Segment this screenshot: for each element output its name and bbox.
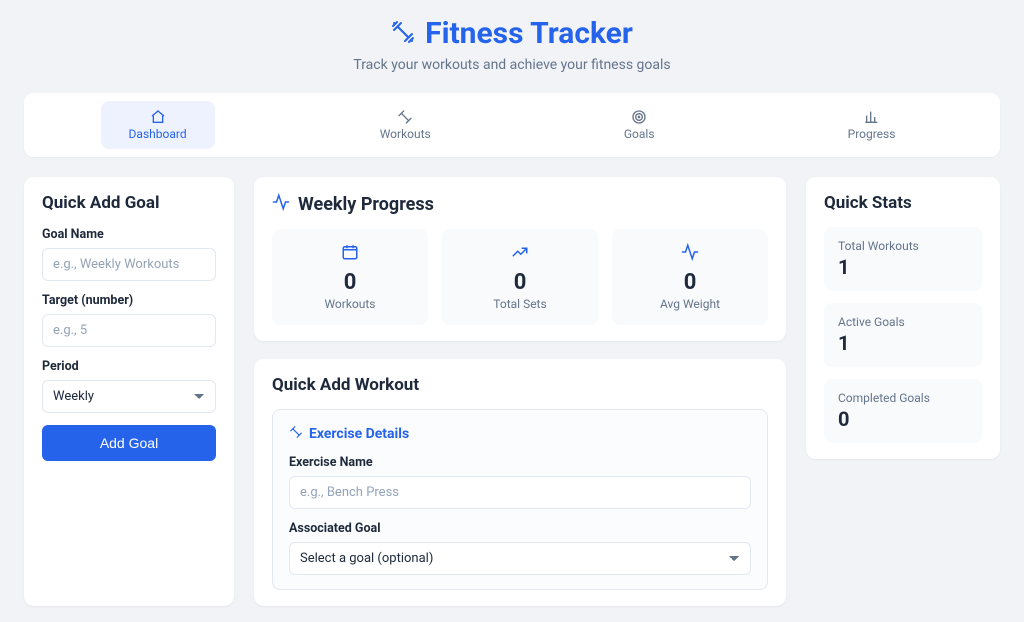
tab-label: Progress <box>848 127 896 141</box>
total-sets-value: 0 <box>456 271 584 295</box>
activity-icon <box>272 193 290 215</box>
home-icon <box>150 109 166 125</box>
quick-stats-title: Quick Stats <box>824 193 982 213</box>
workouts-label: Workouts <box>286 297 414 311</box>
total-sets-label: Total Sets <box>456 297 584 311</box>
active-goals-stat: Active Goals 1 <box>824 303 982 367</box>
tab-goals[interactable]: Goals <box>596 101 683 149</box>
exercise-details-legend: Exercise Details <box>309 426 409 442</box>
quick-add-workout-title: Quick Add Workout <box>272 375 768 395</box>
quick-stats-card: Quick Stats Total Workouts 1 Active Goal… <box>806 177 1000 459</box>
associated-goal-select[interactable]: Select a goal (optional) <box>289 542 751 575</box>
tab-label: Dashboard <box>129 127 187 141</box>
exercise-name-label: Exercise Name <box>289 455 751 470</box>
page-subtitle: Track your workouts and achieve your fit… <box>24 57 1000 73</box>
associated-goal-label: Associated Goal <box>289 521 751 536</box>
avg-weight-tile: 0 Avg Weight <box>612 229 768 325</box>
page-header: Fitness Tracker Track your workouts and … <box>24 16 1000 73</box>
active-goals-label: Active Goals <box>838 315 968 329</box>
period-select[interactable]: Weekly <box>42 380 216 413</box>
exercise-details-fieldset: Exercise Details Exercise Name Associate… <box>272 409 768 590</box>
completed-goals-label: Completed Goals <box>838 391 968 405</box>
total-workouts-stat: Total Workouts 1 <box>824 227 982 291</box>
tab-progress[interactable]: Progress <box>820 101 924 149</box>
avg-weight-value: 0 <box>626 271 754 295</box>
quick-add-goal-title: Quick Add Goal <box>42 193 216 213</box>
trending-up-icon <box>456 243 584 265</box>
workouts-tile: 0 Workouts <box>272 229 428 325</box>
completed-goals-stat: Completed Goals 0 <box>824 379 982 443</box>
total-sets-tile: 0 Total Sets <box>442 229 598 325</box>
tab-label: Goals <box>624 127 655 141</box>
total-workouts-label: Total Workouts <box>838 239 968 253</box>
dumbbell-icon <box>289 424 303 443</box>
tab-dashboard[interactable]: Dashboard <box>101 101 215 149</box>
workouts-value: 0 <box>286 271 414 295</box>
exercise-name-input[interactable] <box>289 476 751 509</box>
avg-weight-label: Avg Weight <box>626 297 754 311</box>
active-goals-value: 1 <box>838 331 968 355</box>
quick-add-workout-card: Quick Add Workout Exercise Details Exerc… <box>254 359 786 606</box>
weekly-progress-card: Weekly Progress 0 Workouts 0 Total Sets <box>254 177 786 341</box>
completed-goals-value: 0 <box>838 407 968 431</box>
weekly-progress-title: Weekly Progress <box>298 194 434 215</box>
tab-bar: Dashboard Workouts Goals Progress <box>24 93 1000 157</box>
goal-name-label: Goal Name <box>42 227 216 242</box>
add-goal-button[interactable]: Add Goal <box>42 425 216 461</box>
target-input[interactable] <box>42 314 216 347</box>
total-workouts-value: 1 <box>838 255 968 279</box>
target-icon <box>631 109 647 125</box>
calendar-icon <box>286 243 414 265</box>
target-label: Target (number) <box>42 293 216 308</box>
dumbbell-icon <box>397 109 413 125</box>
bar-chart-icon <box>864 109 880 125</box>
goal-name-input[interactable] <box>42 248 216 281</box>
quick-add-goal-card: Quick Add Goal Goal Name Target (number)… <box>24 177 234 606</box>
dumbbell-icon <box>391 20 415 48</box>
activity-icon <box>626 243 754 265</box>
tab-label: Workouts <box>380 127 431 141</box>
period-label: Period <box>42 359 216 374</box>
tab-workouts[interactable]: Workouts <box>352 101 459 149</box>
page-title: Fitness Tracker <box>425 16 633 51</box>
